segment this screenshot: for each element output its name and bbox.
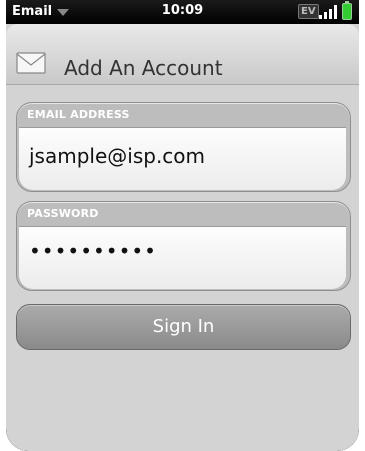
email-field[interactable]: jsample@isp.com — [19, 127, 346, 190]
page-title: Add An Account — [64, 56, 223, 80]
device-frame: Email 10:09 EV Add An Account EMAIL ADDR… — [6, 0, 359, 451]
status-bar: Email 10:09 EV — [6, 0, 359, 24]
sign-in-button[interactable]: Sign In — [16, 304, 351, 350]
signal-strength-icon — [319, 5, 337, 19]
password-field-label: PASSWORD — [27, 207, 99, 220]
password-field-value: •••••••••• — [29, 239, 157, 263]
network-type-badge: EV — [298, 4, 319, 19]
email-field-group: EMAIL ADDRESS jsample@isp.com — [16, 102, 351, 192]
email-field-value: jsample@isp.com — [29, 144, 206, 168]
mail-icon — [16, 52, 46, 74]
app-screen: Add An Account EMAIL ADDRESS jsample@isp… — [6, 24, 359, 451]
battery-icon — [342, 1, 352, 20]
page-header: Add An Account — [6, 24, 359, 85]
email-field-label: EMAIL ADDRESS — [27, 108, 130, 121]
password-field-group: PASSWORD •••••••••• — [16, 201, 351, 291]
password-field[interactable]: •••••••••• — [19, 226, 346, 289]
